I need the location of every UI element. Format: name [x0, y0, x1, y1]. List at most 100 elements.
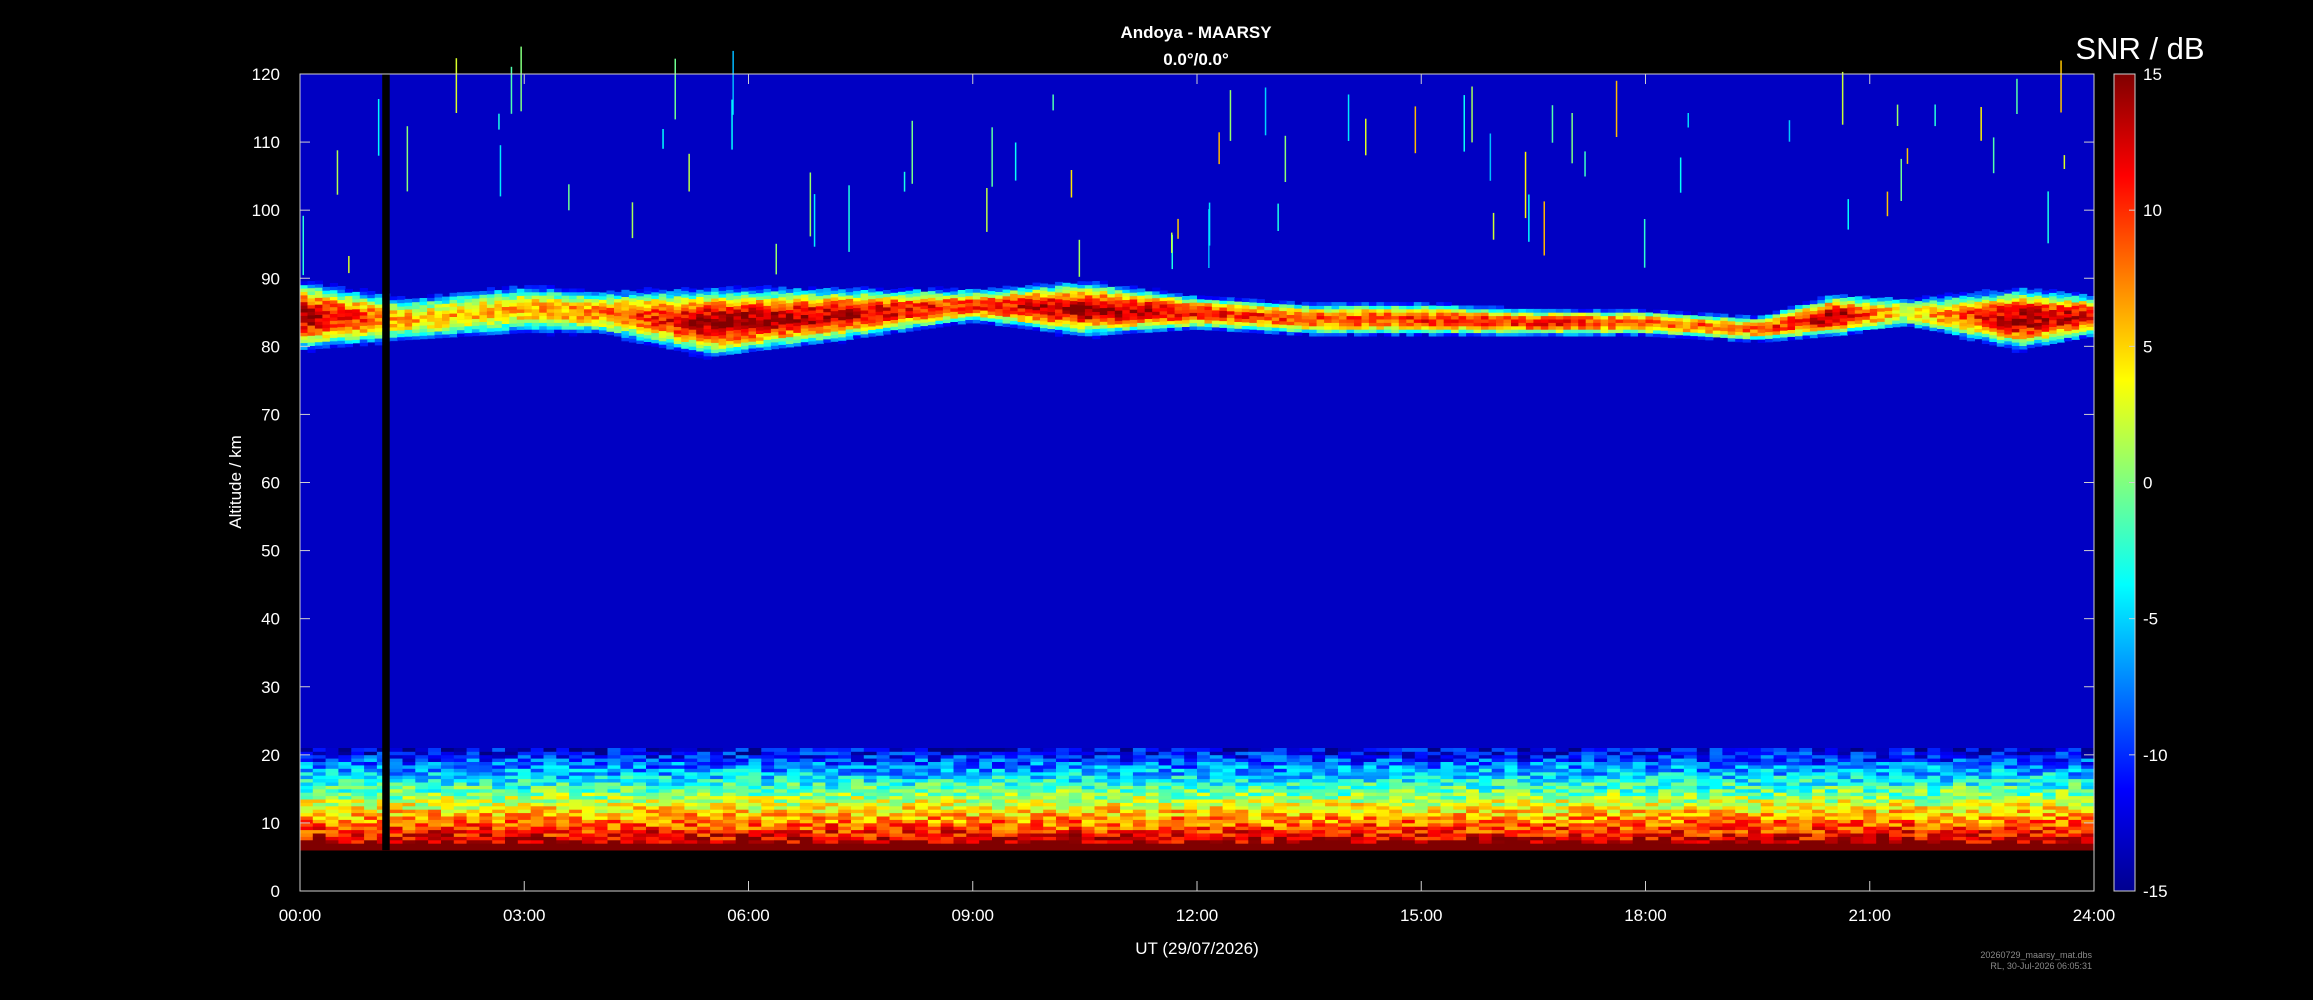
pmse-cell	[614, 332, 623, 337]
lower-echo-cell	[1799, 775, 1813, 780]
pmse-cell	[688, 346, 697, 351]
lower-echo-cell	[799, 826, 814, 831]
lower-echo-cell	[517, 751, 532, 756]
lower-echo-cell	[1286, 799, 1301, 803]
lower-echo-cell	[556, 822, 570, 827]
lower-echo-cell	[722, 805, 737, 810]
lower-echo-cell	[2055, 843, 2069, 848]
pmse-cell	[389, 303, 398, 307]
lower-echo-cell	[825, 782, 839, 786]
lower-echo-cell	[1953, 782, 1967, 786]
lower-echo-cell	[1504, 836, 1518, 841]
lower-echo-cell	[1158, 754, 1172, 759]
pmse-cell	[389, 296, 398, 301]
pmse-cell	[658, 300, 667, 304]
lower-echo-cell	[1812, 829, 1826, 834]
lower-echo-cell	[505, 775, 519, 780]
lower-echo-cell	[1773, 839, 1787, 844]
lower-echo-cell	[1209, 792, 1224, 797]
lower-echo-cell	[1030, 802, 1044, 807]
lower-echo-cell	[1350, 748, 1365, 752]
lower-echo-cell	[543, 799, 557, 803]
lower-echo-cell	[1004, 775, 1019, 780]
lower-echo-cell	[620, 768, 634, 773]
lower-echo-cell	[838, 829, 852, 834]
lower-echo-cell	[1286, 782, 1301, 786]
lower-echo-cell	[722, 778, 737, 783]
lower-echo-cell	[992, 829, 1006, 834]
pmse-cell	[606, 324, 615, 329]
lower-echo-cell	[1209, 795, 1224, 800]
lower-echo-cell	[1607, 829, 1621, 834]
lower-echo-cell	[915, 782, 929, 786]
lower-echo-cell	[2055, 829, 2069, 834]
pmse-cell	[636, 313, 645, 317]
lower-echo-cell	[1312, 785, 1326, 790]
lower-echo-cell	[1824, 816, 1839, 820]
lower-echo-cell	[1658, 754, 1672, 759]
lower-echo-cell	[1671, 812, 1685, 817]
lower-echo-cell	[415, 782, 429, 786]
lower-echo-cell	[2029, 778, 2044, 783]
lower-echo-cell	[1709, 751, 1723, 756]
lower-echo-cell	[543, 809, 557, 814]
pmse-cell	[404, 302, 413, 307]
lower-echo-cell	[569, 816, 583, 820]
lower-echo-cell	[1671, 829, 1685, 834]
lower-echo-cell	[607, 836, 621, 841]
lower-echo-cell	[1312, 761, 1326, 766]
lower-echo-cell	[1889, 805, 1903, 810]
lower-echo-cell	[1363, 788, 1377, 793]
lower-echo-cell	[441, 765, 455, 769]
lower-echo-cell	[1760, 812, 1775, 817]
lower-echo-cell	[927, 839, 942, 844]
lower-echo-cell	[710, 812, 724, 817]
lower-echo-cell	[2068, 795, 2082, 800]
lower-echo-cell	[799, 805, 814, 810]
lower-echo-cell	[1030, 822, 1044, 827]
pmse-cell	[509, 330, 518, 334]
lower-echo-cell	[1658, 805, 1672, 810]
pmse-cell	[531, 291, 540, 296]
lower-echo-cell	[646, 778, 660, 783]
lower-echo-cell	[441, 805, 455, 810]
lower-echo-cell	[1017, 819, 1031, 824]
lower-echo-cell	[2017, 758, 2031, 762]
lower-echo-cell	[364, 775, 378, 780]
pmse-cell	[651, 305, 660, 310]
lower-echo-cell	[1671, 843, 1685, 848]
lower-echo-cell	[1965, 822, 1980, 827]
lower-echo-cell	[1158, 819, 1172, 824]
lower-echo-cell	[1901, 846, 1916, 851]
lower-echo-cell	[1722, 792, 1736, 797]
lower-echo-cell	[1876, 802, 1890, 807]
lower-echo-cell	[1414, 775, 1429, 780]
lower-echo-cell	[1594, 758, 1608, 762]
lower-echo-cell	[556, 758, 570, 762]
lower-echo-cell	[556, 816, 570, 820]
lower-echo-cell	[300, 833, 314, 837]
lower-echo-cell	[1453, 812, 1467, 817]
lower-echo-cell	[1953, 799, 1967, 803]
lower-echo-cell	[453, 775, 468, 780]
lower-echo-cell	[646, 802, 660, 807]
lower-echo-cell	[697, 833, 711, 837]
lower-echo-cell	[1004, 751, 1019, 756]
lower-echo-cell	[761, 795, 775, 800]
lower-echo-cell	[1607, 751, 1621, 756]
lower-echo-cell	[1453, 843, 1467, 848]
lower-echo-cell	[1914, 785, 1928, 790]
lower-echo-cell	[658, 754, 673, 759]
lower-echo-cell	[1248, 771, 1262, 776]
lower-echo-cell	[1889, 826, 1903, 831]
pmse-cell	[531, 315, 540, 320]
lower-echo-cell	[1004, 809, 1019, 814]
lower-echo-cell	[351, 833, 365, 837]
lower-echo-cell	[1184, 754, 1198, 759]
lower-echo-cell	[1312, 754, 1326, 759]
pmse-cell	[651, 322, 660, 327]
lower-echo-cell	[1876, 748, 1890, 752]
lower-echo-cell	[1453, 809, 1467, 814]
lower-echo-cell	[1350, 758, 1365, 762]
lower-echo-cell	[1094, 785, 1108, 790]
